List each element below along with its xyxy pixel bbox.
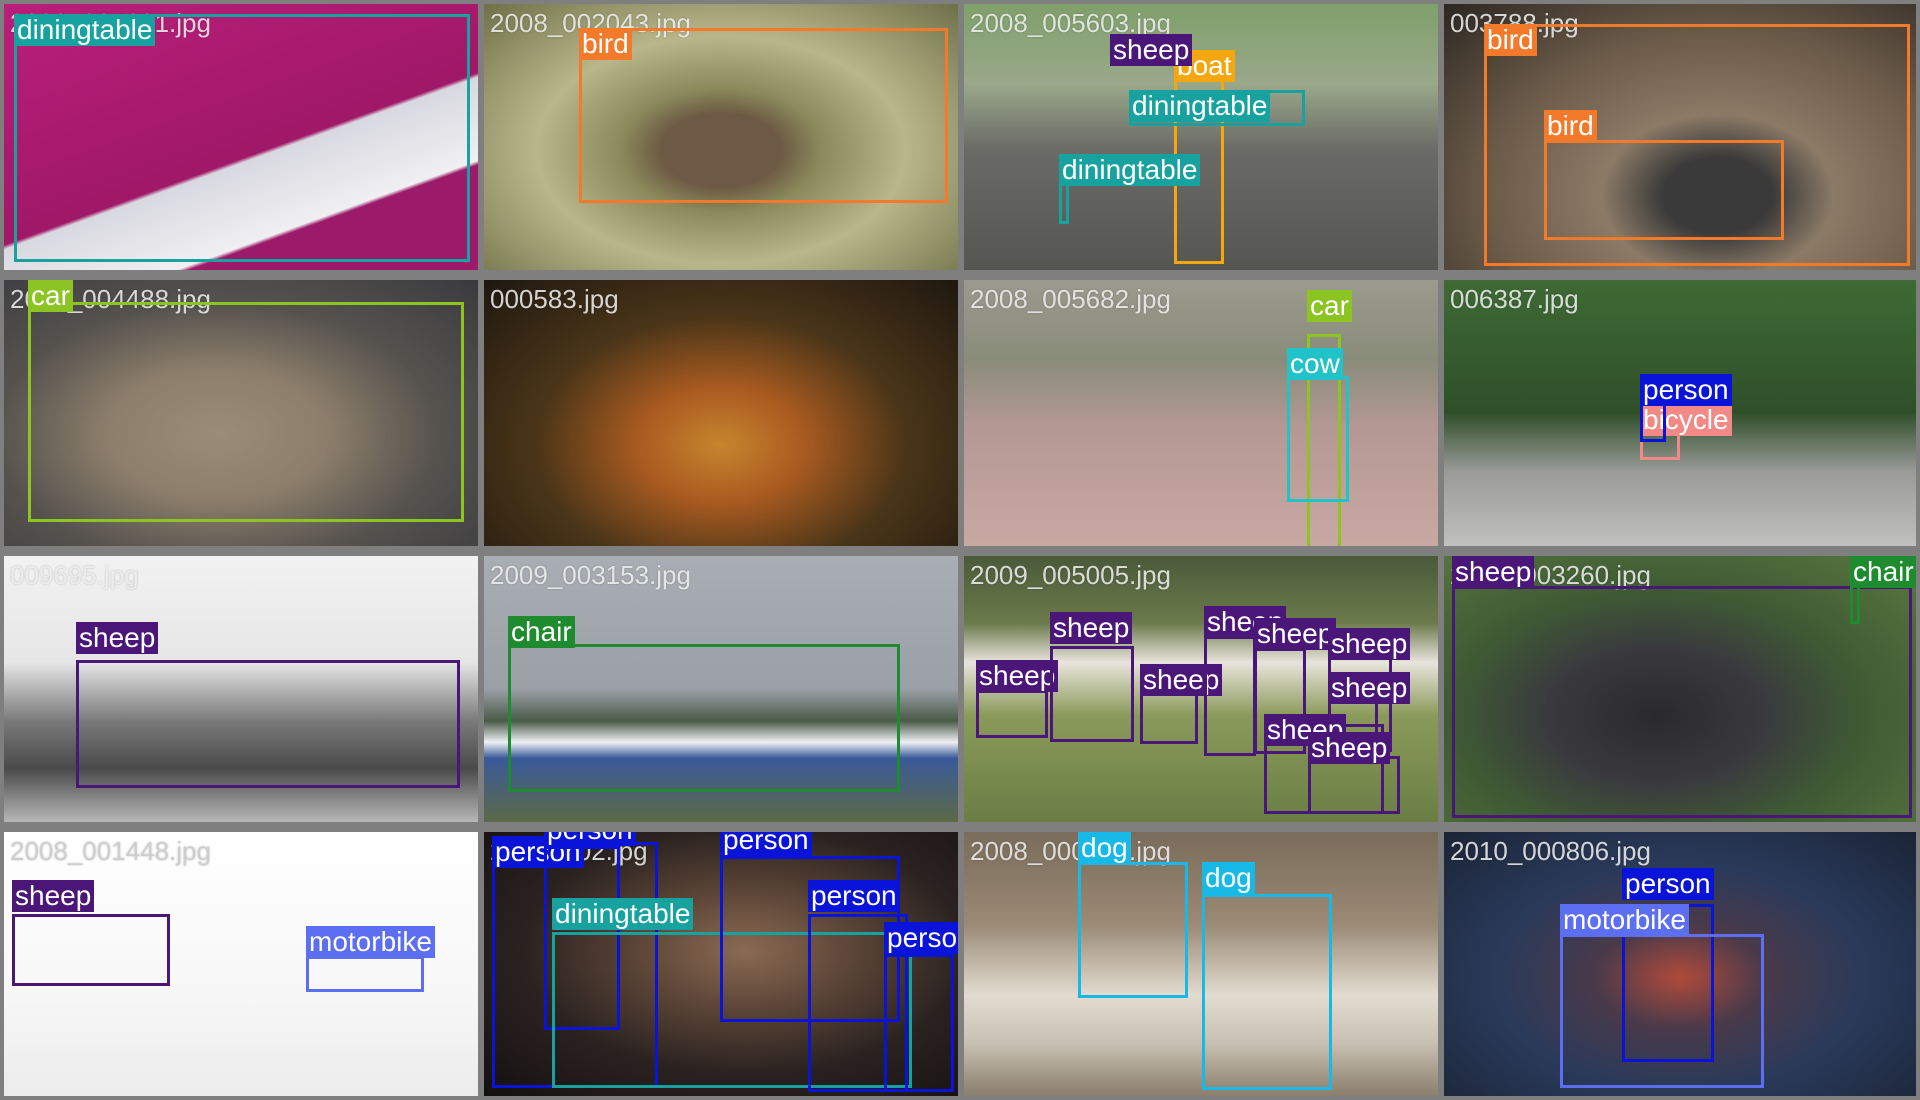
label-diningtable: diningtable	[14, 14, 156, 46]
filename-label: 2009_003153.jpg	[490, 560, 691, 590]
label-car: car	[28, 280, 73, 312]
label-sheep: sheep	[1308, 732, 1391, 764]
bbox-sheep	[1140, 692, 1198, 744]
bbox-sheep	[12, 914, 170, 986]
bbox-sheep	[76, 660, 460, 788]
label-person: person	[884, 922, 958, 954]
tile-10: 2009_003153.jpg chair	[484, 556, 958, 822]
tile-16: 2010_000806.jpg person motorbike	[1444, 832, 1916, 1096]
tile-13: 2008_001448.jpg sheep motorbike	[4, 832, 478, 1096]
filename-label: 006387.jpg	[1450, 284, 1579, 314]
filename-label: 2010_000806.jpg	[1450, 836, 1651, 866]
label-dog: dog	[1202, 862, 1255, 894]
bbox-sheep	[1204, 636, 1256, 756]
label-sheep: sheep	[1452, 556, 1535, 588]
filename-label: 000583.jpg	[490, 284, 619, 314]
label-person: person	[1622, 868, 1714, 900]
label-dog: dog	[1078, 832, 1131, 864]
tile-6: 000583.jpg	[484, 280, 958, 546]
photo	[964, 280, 1438, 546]
label-sheep: sheep	[76, 622, 159, 654]
bbox-bird	[1544, 140, 1784, 240]
label-sheep: sheep	[1328, 672, 1411, 704]
label-person: person	[1640, 374, 1732, 406]
bbox-chair	[1850, 584, 1860, 624]
label-person: person	[544, 832, 636, 846]
bbox-diningtable	[14, 14, 470, 262]
tile-7: 2008_005682.jpg car cow	[964, 280, 1438, 546]
bbox-dog	[1078, 862, 1188, 998]
label-bird: bird	[579, 28, 632, 60]
label-sheep: sheep	[12, 880, 95, 912]
bbox-cow	[1287, 376, 1349, 502]
label-sheep: sheep	[1110, 34, 1193, 66]
label-chair: chair	[508, 616, 575, 648]
tile-12: 2008_003260.jpg sheep tvmonitor chair	[1444, 556, 1916, 822]
label-diningtable: diningtable	[552, 898, 694, 930]
label-cow: cow	[1287, 348, 1343, 380]
filename-label: 2009_005005.jpg	[970, 560, 1171, 590]
photo	[964, 832, 1438, 1096]
bbox-sheep	[1452, 586, 1912, 818]
label-bird: bird	[1484, 24, 1537, 56]
bbox-sheep	[1050, 646, 1134, 742]
tile-11: 2009_005005.jpg sheep sheep sheep sheep …	[964, 556, 1438, 822]
tile-15: 2008_000000.jpg dog dog	[964, 832, 1438, 1096]
label-motorbike: motorbike	[1560, 904, 1689, 936]
filename-label: 009695.jpg	[10, 560, 139, 590]
label-sheep: sheep	[1254, 618, 1337, 650]
bbox-sheep	[1308, 756, 1400, 814]
label-person: person	[808, 880, 900, 912]
tile-14: 2008_002.jpg person person diningtable p…	[484, 832, 958, 1096]
bbox-person	[884, 954, 954, 1092]
label-sheep: sheep	[1328, 628, 1411, 660]
bbox-chair	[508, 644, 900, 792]
bbox-bird	[579, 28, 948, 203]
bbox-motorbike	[1560, 934, 1764, 1088]
label-sheep: sheep	[976, 660, 1059, 692]
tile-5: 2008_004488.jpg car	[4, 280, 478, 546]
label-chair: chair	[1850, 556, 1916, 588]
tile-8: 006387.jpg bicycle person	[1444, 280, 1916, 546]
filename-label: 2008_005682.jpg	[970, 284, 1171, 314]
bbox-motorbike	[306, 956, 424, 992]
bbox-dog	[1202, 894, 1332, 1090]
label-car: car	[1307, 290, 1352, 322]
label-bird: bird	[1544, 110, 1597, 142]
filename-label: 2008_001448.jpg	[10, 836, 211, 866]
bbox-car	[28, 302, 464, 522]
tile-4: 003788.jpg bird bird	[1444, 4, 1916, 270]
photo	[484, 280, 958, 546]
tile-3: 2008_005603.jpg boat diningtable diningt…	[964, 4, 1438, 270]
tile-2: 2008_002043.jpg bird	[484, 4, 958, 270]
tile-9: 009695.jpg sheep	[4, 556, 478, 822]
label-person: person	[720, 832, 812, 856]
detection-mosaic: 2009_004691.jpg diningtable 2008_002043.…	[0, 0, 1920, 1100]
label-motorbike: motorbike	[306, 926, 435, 958]
label-diningtable: diningtable	[1059, 154, 1201, 186]
label-sheep: sheep	[1050, 612, 1133, 644]
bbox-sheep	[976, 690, 1048, 738]
tile-1: 2009_004691.jpg diningtable	[4, 4, 478, 270]
label-diningtable: diningtable	[1129, 90, 1271, 122]
